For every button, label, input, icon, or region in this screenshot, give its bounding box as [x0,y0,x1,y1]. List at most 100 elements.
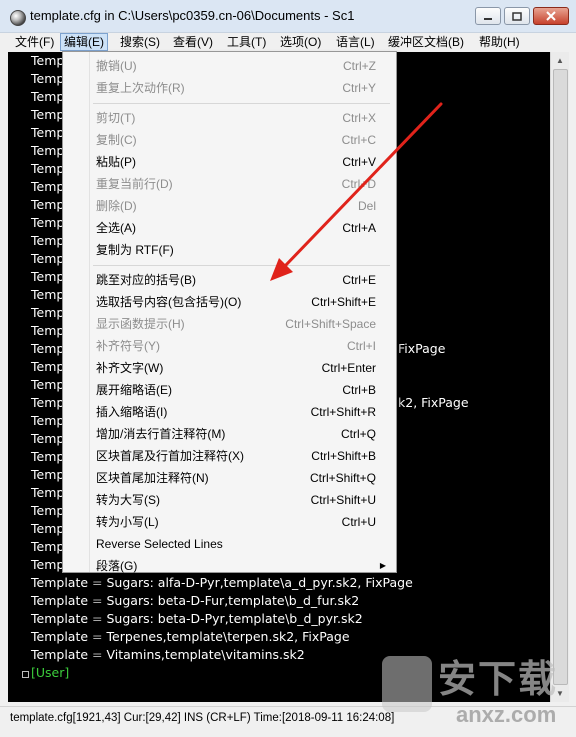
code-line-prefix: Temp [31,287,65,302]
edit-menu-item[interactable]: 展开缩略语(E) Ctrl+B [65,379,394,401]
section-header: [User] [31,665,70,680]
vertical-scrollbar[interactable]: ▲ ▼ [550,52,569,702]
menu-item-label: 补齐符号(Y) [96,339,160,353]
edit-menu-item[interactable]: 转为大写(S) Ctrl+Shift+U [65,489,394,511]
edit-menu-item[interactable]: 转为小写(L) Ctrl+U [65,511,394,533]
code-line-prefix: Temp [31,251,65,266]
edit-menu-item: 撤销(U) Ctrl+Z [65,55,394,77]
scroll-up-arrow-icon[interactable]: ▲ [551,52,569,69]
edit-menu-item[interactable]: 全选(A) Ctrl+A [65,217,394,239]
menu-tools[interactable]: 工具(T) [224,34,269,50]
menu-item-label: 插入缩略语(I) [96,405,168,419]
edit-menu-item[interactable]: 粘贴(P) Ctrl+V [65,151,394,173]
code-line: Template = Sugars: beta-D-Fur,template\b… [31,592,359,610]
edit-menu-item: 显示函数提示(H) Ctrl+Shift+Space [65,313,394,335]
menu-item-shortcut: Ctrl+U [341,515,376,529]
edit-menu-item[interactable]: Reverse Selected Lines [65,533,394,555]
status-text: template.cfg[1921,43] Cur:[29,42] INS (C… [10,712,395,724]
edit-menu-item: 重复当前行(D) Ctrl+D [65,173,394,195]
menu-item-shortcut: Ctrl+Shift+Space [285,317,376,331]
menu-item-label: 选取括号内容(包含括号)(O) [96,295,242,309]
menu-item-label: 跳至对应的括号(B) [96,273,196,287]
edit-menu-item[interactable]: 复制为 RTF(F) [65,239,394,261]
code-line-prefix: Temp [31,341,65,356]
close-icon [546,11,556,21]
menu-item-label: 显示函数提示(H) [96,317,185,331]
status-bar: template.cfg[1921,43] Cur:[29,42] INS (C… [0,706,576,737]
menu-item-label: 复制(C) [96,133,137,147]
menu-item-shortcut: Ctrl+Shift+B [311,449,376,463]
menu-search[interactable]: 搜索(S) [117,34,163,50]
code-line-prefix: Temp [31,197,65,212]
menu-item-label: 重复上次动作(R) [96,81,185,95]
line-key: Template [31,647,89,662]
line-key: Template [31,593,89,608]
menu-item-label: 区块首尾及行首加注释符(X) [96,449,244,463]
menu-options[interactable]: 选项(O) [277,34,324,50]
scroll-thumb[interactable] [553,69,568,685]
maximize-button[interactable] [504,7,530,25]
edit-menu-item[interactable]: 增加/消去行首注释符(M) Ctrl+Q [65,423,394,445]
line-value: Sugars: beta-D-Pyr,template\b_d_pyr.sk2 [106,611,363,626]
menu-item-label: 复制为 RTF(F) [96,243,174,257]
menu-help[interactable]: 帮助(H) [476,34,523,50]
menu-item-shortcut: Del [357,199,376,213]
menu-file[interactable]: 文件(F) [12,34,57,50]
code-line-prefix: Temp [31,485,65,500]
code-line-prefix: Temp [31,413,65,428]
menu-buffers[interactable]: 缓冲区文档(B) [385,34,467,50]
edit-menu-item[interactable]: 插入缩略语(I) Ctrl+Shift+R [65,401,394,423]
edit-menu-item[interactable]: 区块首尾及行首加注释符(X) Ctrl+Shift+B [65,445,394,467]
line-value: Sugars: beta-D-Fur,template\b_d_fur.sk2 [106,593,360,608]
edit-menu-item[interactable]: 区块首尾加注释符(N) Ctrl+Shift+Q [65,467,394,489]
code-line-prefix: Temp [31,161,65,176]
menu-edit[interactable]: 编辑(E) [60,33,108,51]
line-key: Template [31,611,89,626]
menu-item-shortcut: Ctrl+Shift+R [310,405,376,419]
menu-view[interactable]: 查看(V) [170,34,216,50]
title-bar[interactable]: template.cfg in C:\Users\pc0359.cn-06\Do… [0,0,576,33]
app-window: template.cfg in C:\Users\pc0359.cn-06\Do… [0,0,576,737]
scroll-down-arrow-icon[interactable]: ▼ [551,685,569,702]
line-operator: = [92,647,103,662]
menu-language[interactable]: 语言(L) [333,34,378,50]
minimize-button[interactable] [475,7,501,25]
edit-menu-item[interactable]: 跳至对应的括号(B) Ctrl+E [65,269,394,291]
line-fragment-fixpage: FixPage [398,341,446,356]
code-line: Template = Terpenes,template\terpen.sk2,… [31,628,350,646]
code-line-prefix: Temp [31,431,65,446]
code-line-prefix: Temp [31,179,65,194]
menu-item-label: 剪切(T) [96,111,136,125]
code-line-prefix: Temp [31,467,65,482]
edit-menu-dropdown: 撤销(U) Ctrl+Z 重复上次动作(R) Ctrl+Y 剪切(T) Ctrl+X 复制(… [62,51,397,573]
menu-item-shortcut: Ctrl+Enter [321,361,376,375]
menu-item-label: 展开缩略语(E) [96,383,172,397]
code-line-prefix: Temp [31,71,65,86]
menu-item-shortcut: Ctrl+Y [342,81,376,95]
menu-item-shortcut: Ctrl+Shift+E [311,295,376,309]
menu-item-shortcut: Ctrl+C [341,133,376,147]
edit-menu-item[interactable]: 选取括号内容(包含括号)(O) Ctrl+Shift+E [65,291,394,313]
menu-item-shortcut: Ctrl+Q [340,427,376,441]
line-value: Sugars: alfa-D-Pyr,template\a_d_pyr.sk2,… [106,575,413,590]
line-operator: = [92,611,103,626]
menu-item-label: 段落(G) [96,559,138,573]
code-line-prefix: Temp [31,395,65,410]
code-line-prefix: Temp [31,215,65,230]
scite-app-icon[interactable] [10,10,26,26]
minimize-icon [484,18,492,20]
menu-separator [93,103,390,104]
line-key: Template [31,575,89,590]
line-operator: = [92,593,103,608]
menu-item-label: 增加/消去行首注释符(M) [96,427,226,441]
edit-menu-item[interactable]: 段落(G) ▶ [65,555,394,577]
edit-menu-item: 重复上次动作(R) Ctrl+Y [65,77,394,99]
close-button[interactable] [533,7,569,25]
line-operator: = [92,629,103,644]
edit-menu-item[interactable]: 补齐文字(W) Ctrl+Enter [65,357,394,379]
fold-marker-icon[interactable] [22,671,29,678]
menu-item-label: 粘贴(P) [96,155,136,169]
menu-item-shortcut: Ctrl+D [341,177,376,191]
menu-item-shortcut: Ctrl+I [346,339,376,353]
code-line-prefix: Temp [31,305,65,320]
